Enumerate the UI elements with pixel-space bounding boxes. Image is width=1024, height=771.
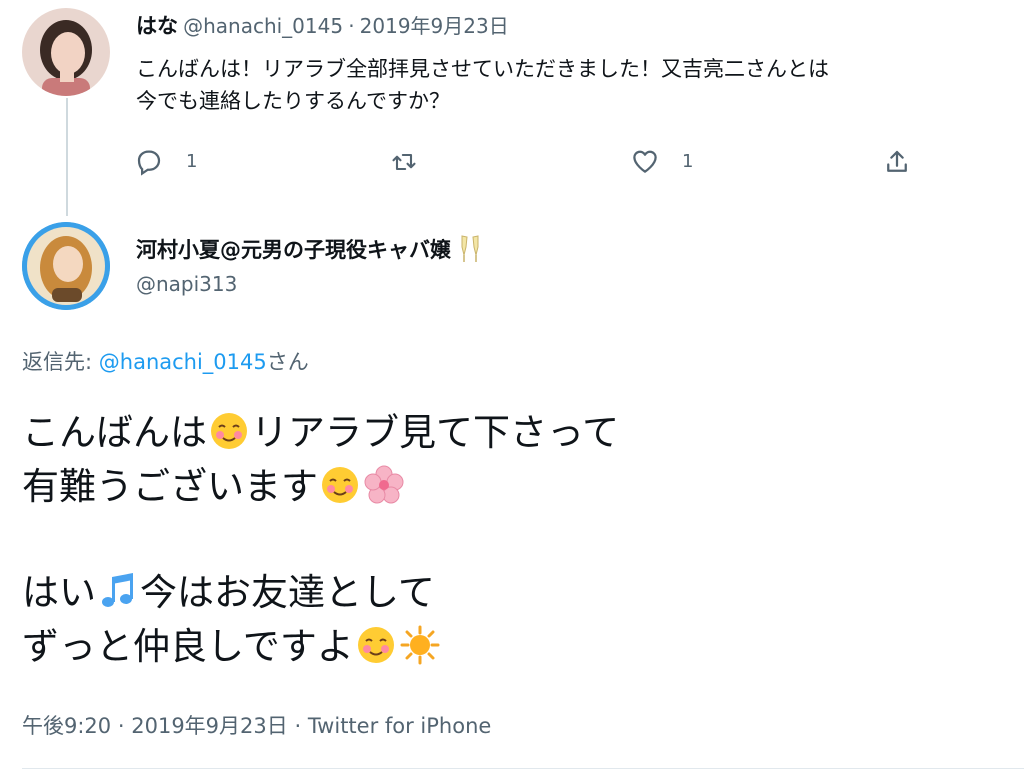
tweet-line: はい 今はお友達として [22,566,435,620]
tweet-line: こんばんは リアラブ見て下さって [22,406,619,460]
separator: · [348,14,355,38]
smiling-face-emoji [357,627,394,663]
tweet-line-text: 今はお友達として [140,571,435,614]
cherry-blossom-emoji [364,465,404,504]
tweet-source[interactable]: Twitter for iPhone [308,714,492,738]
avatar-hana-image [22,8,110,96]
separator: · [294,714,302,738]
retweet-icon [392,153,416,171]
tweet-date[interactable]: 2019年9月23日 [131,714,288,738]
sun-emoji [400,625,440,665]
tweet-line-text: ずっと仲良しですよ [22,625,354,668]
tweet-meta: 午後9:20 · 2019年9月23日 · Twitter for iPhone [22,710,491,740]
tweet-text-line: 今でも連絡したりするんですか？ [136,89,450,113]
thread-line [66,98,68,216]
display-name[interactable]: はな [136,14,178,38]
tweet-date[interactable]: 2019年9月23日 [360,14,509,38]
avatar-kawamura-image [22,222,110,310]
tweet-line: 有難うございます [22,460,406,514]
tweet-time[interactable]: 午後9:20 [22,714,111,738]
reply-count: 1 [186,150,198,172]
separator: · [117,714,125,738]
champagne-emoji [461,235,479,262]
share-button[interactable] [882,146,912,178]
avatar-hana[interactable] [22,8,110,96]
smiling-face-emoji [211,413,247,449]
handle[interactable]: @napi313 [136,272,237,296]
like-icon [633,150,657,173]
reply-icon [137,150,161,176]
reply-to-label: 返信先: [22,350,93,374]
share-icon [887,150,907,172]
handle[interactable]: @hanachi_0145 [183,14,343,38]
smiling-face-emoji [322,467,358,503]
reply-button[interactable]: 1 [134,146,197,176]
tweet-line-text: 有難うございます [22,465,318,508]
like-button[interactable]: 1 [630,146,693,176]
tweet-text: こんばんは！リアラブ全部拝見させていただきました！又吉亮二さんとは 今でも連絡し… [136,53,1024,117]
retweet-button[interactable] [388,148,420,176]
divider [22,768,1024,769]
reply-to-suffix: さん [266,350,309,374]
tweet-header: 河村小夏@元男の子現役キャバ嬢 [136,232,487,266]
avatar-kawamura[interactable] [22,222,110,310]
tweet-header: はな @hanachi_0145 · 2019年9月23日 [136,10,509,40]
like-count: 1 [682,150,694,172]
tweet-line: ずっと仲良しですよ [22,620,442,674]
display-name[interactable]: 河村小夏@元男の子現役キャバ嬢 [136,234,451,264]
tweet-line-text: こんばんは [22,411,207,454]
tweet-line-text: はい [22,571,96,614]
music-notes-emoji [102,573,133,607]
tweet-line-text: リアラブ見て下さって [251,411,620,454]
reply-to-link[interactable]: @hanachi_0145 [99,350,267,374]
reply-to: 返信先: @hanachi_0145さん [22,346,309,376]
tweet-text-line: こんばんは！リアラブ全部拝見させていただきました！又吉亮二さんとは [136,57,829,81]
